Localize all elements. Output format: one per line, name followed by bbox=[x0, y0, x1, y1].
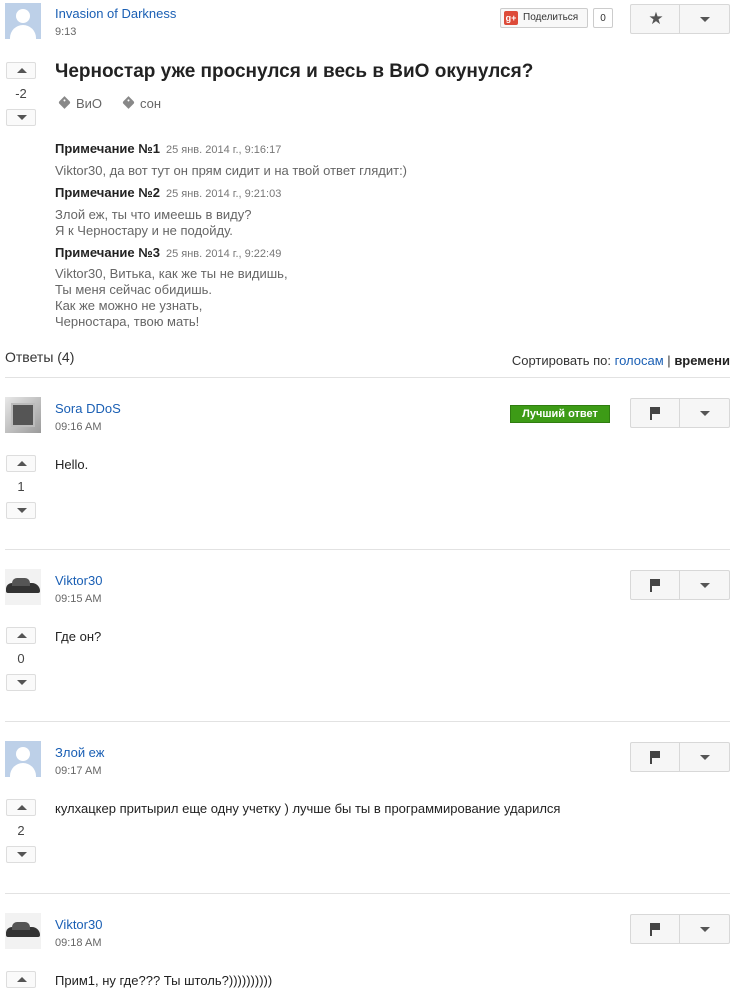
answer-3-time: 09:17 AM bbox=[55, 765, 102, 777]
note-3-line: Как же можно не узнать, bbox=[55, 298, 203, 313]
question-menu-button[interactable] bbox=[680, 4, 730, 34]
note-3-line: Viktor30, Витька, как же ты не видишь, bbox=[55, 266, 288, 281]
answer-2-menu-button[interactable] bbox=[680, 570, 730, 600]
note-3-header: Примечание №3 25 янв. 2014 г., 9:22:49 bbox=[55, 245, 281, 260]
answer-2-avatar[interactable] bbox=[5, 569, 41, 605]
star-icon: ★ bbox=[648, 9, 664, 28]
sort-by-votes-link[interactable]: голосам bbox=[615, 353, 664, 368]
flag-icon bbox=[650, 407, 660, 420]
answer-4-menu-button[interactable] bbox=[680, 914, 730, 944]
flag-icon bbox=[650, 751, 660, 764]
answer-3-author[interactable]: Злой еж bbox=[55, 745, 104, 760]
answer-4-time: 09:18 AM bbox=[55, 937, 102, 949]
note-2-line: Я к Черностару и не подойду. bbox=[55, 223, 233, 238]
answer-3-text: кулхацкер притырил еще одну учетку ) луч… bbox=[55, 801, 561, 816]
answer-1-time: 09:16 AM bbox=[55, 421, 102, 433]
answer-2-downvote-button[interactable] bbox=[6, 674, 36, 691]
share-label: Поделиться bbox=[523, 12, 579, 23]
answer-4-upvote-button[interactable] bbox=[6, 971, 36, 988]
answer-4-author[interactable]: Viktor30 bbox=[55, 917, 102, 932]
favorite-button[interactable]: ★ bbox=[630, 4, 680, 34]
answer-divider bbox=[5, 721, 730, 722]
answer-divider bbox=[5, 893, 730, 894]
best-answer-badge: Лучший ответ bbox=[510, 405, 610, 423]
answer-2-flag-button[interactable] bbox=[630, 570, 680, 600]
sort-controls: Сортировать по: голосам | времени bbox=[512, 353, 730, 368]
answer-2-score: 0 bbox=[17, 651, 25, 666]
answer-divider bbox=[5, 549, 730, 550]
answer-1-upvote-button[interactable] bbox=[6, 455, 36, 472]
flag-icon bbox=[650, 579, 660, 592]
answer-4-flag-button[interactable] bbox=[630, 914, 680, 944]
sort-by-time-link[interactable]: времени bbox=[674, 353, 730, 368]
note-2-line: Злой еж, ты что имеешь в виду? bbox=[55, 207, 252, 222]
answer-1-menu-button[interactable] bbox=[680, 398, 730, 428]
question-title: Черностар уже проснулся и весь в ВиО оку… bbox=[55, 61, 534, 82]
note-3-line: Черностара, твою мать! bbox=[55, 314, 200, 329]
question-author-avatar[interactable] bbox=[5, 3, 41, 39]
answer-3-score: 2 bbox=[17, 823, 25, 838]
tag-label: сон bbox=[140, 96, 162, 111]
note-1-header: Примечание №1 25 янв. 2014 г., 9:16:17 bbox=[55, 141, 281, 156]
sort-separator: | bbox=[667, 353, 671, 368]
answer-2-time: 09:15 AM bbox=[55, 593, 102, 605]
share-count: 0 bbox=[593, 8, 613, 28]
answer-1-text: Hello. bbox=[55, 457, 89, 472]
tag-son[interactable]: сон bbox=[122, 96, 162, 111]
note-3-line: Ты меня сейчас обидишь. bbox=[55, 282, 213, 297]
question-time: 9:13 bbox=[55, 26, 77, 38]
note-3-text: Viktor30, Витька, как же ты не видишь, Т… bbox=[55, 266, 288, 330]
question-author-name[interactable]: Invasion of Darkness bbox=[55, 6, 176, 21]
note-1-line: Viktor30, да вот тут он прям сидит и на … bbox=[55, 163, 408, 178]
answer-3-downvote-button[interactable] bbox=[6, 846, 36, 863]
sort-label: Сортировать по: bbox=[511, 353, 612, 368]
answer-1-score: 1 bbox=[17, 479, 25, 494]
note-1-text: Viktor30, да вот тут он прям сидит и на … bbox=[55, 163, 407, 179]
note-1-title: Примечание №1 bbox=[55, 141, 160, 156]
answer-1-author[interactable]: Sora DDoS bbox=[55, 401, 121, 416]
answer-3-menu-button[interactable] bbox=[680, 742, 730, 772]
answer-2-upvote-button[interactable] bbox=[6, 627, 36, 644]
answer-2-text: Где он? bbox=[55, 629, 102, 644]
question-upvote-button[interactable] bbox=[6, 62, 36, 79]
answer-3-flag-button[interactable] bbox=[630, 742, 680, 772]
answers-divider bbox=[5, 377, 730, 378]
answer-4-avatar[interactable] bbox=[5, 913, 41, 949]
tag-label: ВиО bbox=[76, 96, 103, 111]
question-downvote-button[interactable] bbox=[6, 109, 36, 126]
flag-icon bbox=[650, 923, 660, 936]
note-3-title: Примечание №3 bbox=[55, 245, 160, 260]
google-plus-icon: g+ bbox=[504, 11, 518, 25]
answer-3-avatar[interactable] bbox=[5, 741, 41, 777]
answer-4-text: Прим1, ну где??? Ты штоль?)))))))))) bbox=[55, 973, 273, 988]
note-2-header: Примечание №2 25 янв. 2014 г., 9:21:03 bbox=[55, 185, 281, 200]
answer-3-upvote-button[interactable] bbox=[6, 799, 36, 816]
tag-icon bbox=[122, 96, 135, 109]
note-1-date: 25 янв. 2014 г., 9:16:17 bbox=[165, 144, 282, 156]
note-2-text: Злой еж, ты что имеешь в виду? Я к Черно… bbox=[55, 207, 252, 239]
note-2-date: 25 янв. 2014 г., 9:21:03 bbox=[165, 188, 282, 200]
google-plus-share-button[interactable]: g+ Поделиться bbox=[500, 8, 588, 28]
tag-icon bbox=[58, 96, 71, 109]
question-score: -2 bbox=[15, 86, 27, 101]
answer-1-avatar[interactable] bbox=[5, 397, 41, 433]
answers-count-heading: Ответы (4) bbox=[5, 349, 75, 365]
note-2-title: Примечание №2 bbox=[55, 185, 160, 200]
tag-vio[interactable]: ВиО bbox=[58, 96, 103, 111]
answer-1-downvote-button[interactable] bbox=[6, 502, 36, 519]
answer-1-flag-button[interactable] bbox=[630, 398, 680, 428]
note-3-date: 25 янв. 2014 г., 9:22:49 bbox=[165, 248, 282, 260]
answer-2-author[interactable]: Viktor30 bbox=[55, 573, 102, 588]
